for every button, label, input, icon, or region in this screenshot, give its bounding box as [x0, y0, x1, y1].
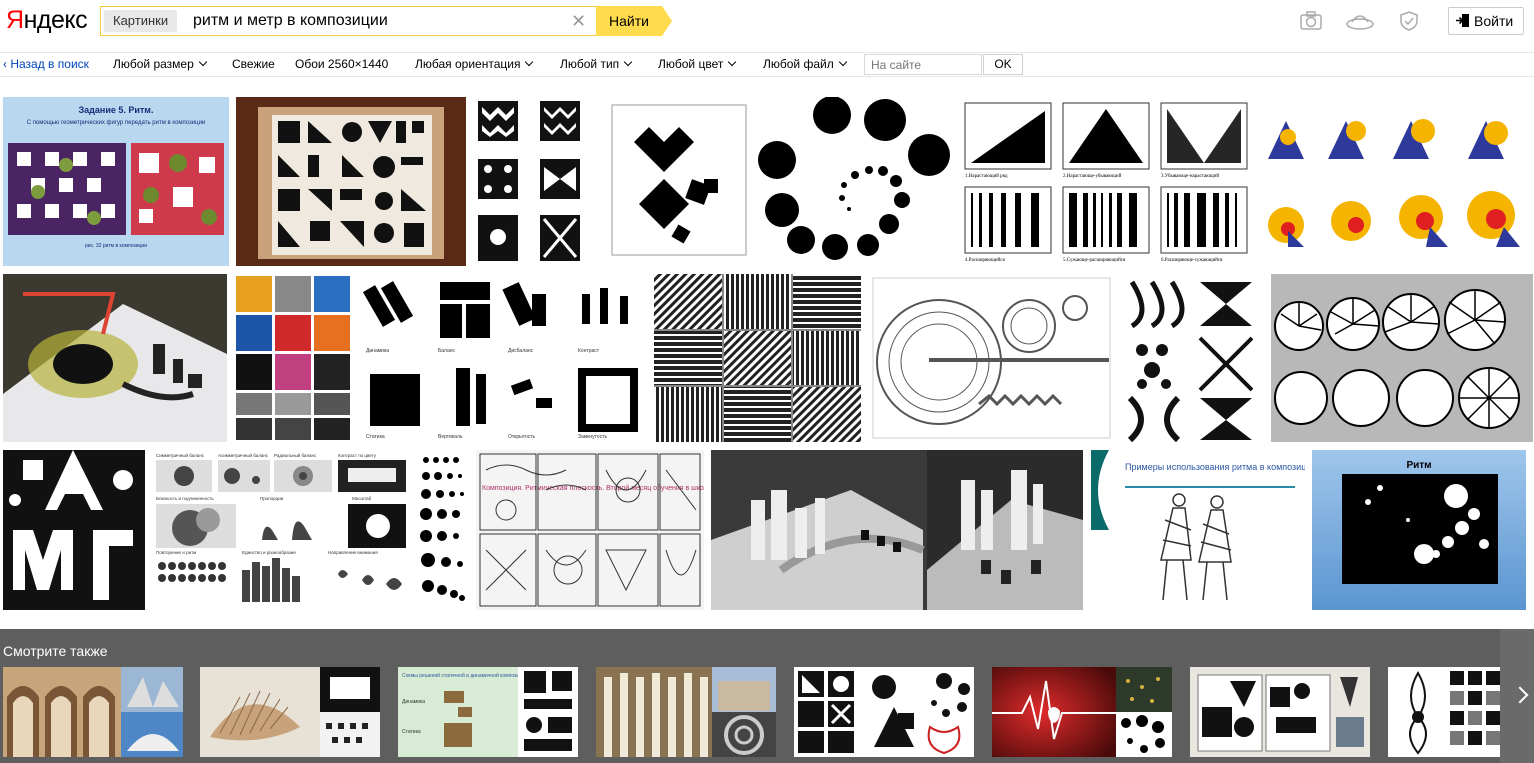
panel-label: 6.Расширяюще-сужающийся [1161, 258, 1223, 263]
see-also-item[interactable] [596, 667, 776, 757]
shield-icon[interactable] [1397, 10, 1421, 32]
image-result[interactable]: Динамика Баланс Дисбаланс Контраст Стати… [360, 274, 647, 442]
image-result[interactable] [234, 274, 353, 442]
see-also-item[interactable] [794, 667, 974, 757]
chevron-down-icon [623, 57, 633, 67]
image-result[interactable] [418, 450, 469, 610]
panel-label: Вертикаль [438, 434, 463, 440]
see-also-item[interactable]: Схемы решений статичной и динамичной ком… [398, 667, 578, 757]
login-button[interactable]: Войти [1448, 7, 1524, 35]
header: Яндекс Картинки ритм и метр в композиции… [0, 0, 1534, 44]
search-box[interactable]: Картинки ритм и метр в композиции ✕ [100, 6, 600, 36]
filter-bar: ‹ Назад в поиск Любой размер Свежие Обои… [0, 52, 1534, 77]
panel-label: 5.Сужающе-расширяющийся [1063, 258, 1126, 263]
login-label: Войти [1474, 13, 1514, 29]
image-result[interactable] [236, 97, 466, 266]
see-also-item[interactable] [1388, 667, 1500, 757]
camera-icon[interactable] [1299, 10, 1323, 32]
see-also-item[interactable] [1190, 667, 1370, 757]
panel-label: Баланс [438, 348, 456, 354]
panel-label: Контраст по цвету [338, 453, 377, 458]
clear-icon[interactable]: ✕ [571, 12, 586, 30]
chevron-down-icon [838, 57, 847, 67]
see-also-item[interactable] [200, 667, 380, 757]
slide-caption: рис. 32 ритм в композиции [85, 243, 147, 249]
panel-label: Единство и разнообразие [242, 550, 296, 555]
panel-label: Статика [366, 434, 385, 440]
image-text: Схемы решений статичной и динамичной ком… [402, 672, 528, 679]
image-text: Примеры использования ритма в композиции… [1125, 462, 1305, 472]
image-result[interactable]: Симметричный баланс Асимметричный баланс… [152, 450, 411, 610]
filter-fresh[interactable]: Свежие [232, 57, 275, 71]
image-result[interactable]: Композиция. Ритмическая плоскость. Второ… [476, 450, 704, 610]
slide-subtitle: С помощью геометрических фигур передать … [27, 120, 206, 126]
service-tag[interactable]: Картинки [104, 10, 178, 32]
back-to-search-link[interactable]: ‹ Назад в поиск [3, 57, 89, 71]
panel-label: Контраст [578, 348, 600, 354]
filter-color[interactable]: Любой цвет [658, 57, 737, 71]
see-also-section: Смотрите также Схемы решений статичной и… [0, 629, 1534, 763]
chevron-down-icon [728, 57, 737, 67]
panel-label: Замкнутость [578, 434, 607, 440]
panel-label: 2.Нарастающе-убывающий [1063, 174, 1122, 179]
yandex-logo[interactable]: Яндекс [6, 6, 88, 35]
see-also-title: Смотрите также [3, 643, 108, 659]
panel-label: Симметричный баланс [156, 452, 205, 458]
filter-wallpaper[interactable]: Обои 2560×1440 [295, 57, 388, 71]
panel-label: 3.Убывающе-нарастающий [1161, 174, 1219, 179]
slide-title: Задание 5. Ритм. [79, 105, 154, 115]
panel-label: Открытость [508, 434, 536, 440]
search-button[interactable]: Найти [596, 6, 672, 36]
panel-label: Близкость и подчиненность [156, 496, 214, 501]
image-result[interactable] [1258, 97, 1526, 266]
login-icon [1456, 14, 1469, 27]
chevron-down-icon [198, 57, 208, 67]
filter-file[interactable]: Любой файл [763, 57, 847, 71]
image-result[interactable] [3, 450, 145, 610]
panel-label: Пропорции [260, 496, 284, 501]
disk-icon[interactable] [1345, 10, 1375, 32]
panel-label: Динамика [366, 348, 389, 354]
image-result[interactable]: Примеры использования ритма в композиции… [1091, 450, 1305, 610]
back-label: Назад в поиск [10, 57, 89, 71]
image-result[interactable]: 1.Нарастающий ряд 2.Нарастающе-убывающий… [961, 97, 1251, 266]
filter-type[interactable]: Любой тип [560, 57, 633, 71]
image-result[interactable] [1271, 274, 1533, 442]
image-result[interactable]: Ритм [1312, 450, 1526, 610]
chevron-down-icon [525, 57, 534, 67]
panel-label: Дисбаланс [508, 348, 534, 354]
panel-label: Направление внимания [328, 550, 378, 555]
see-also-next-button[interactable] [1500, 629, 1534, 763]
image-result[interactable]: Задание 5. Ритм. С помощью геометрически… [3, 97, 229, 266]
site-filter-input[interactable] [864, 54, 982, 75]
site-filter-ok-button[interactable]: OK [983, 54, 1023, 75]
image-text: Динамика [402, 699, 425, 705]
see-also-item[interactable] [992, 667, 1172, 757]
chevron-right-icon [1511, 686, 1529, 704]
panel-label: 1.Нарастающий ряд [965, 174, 1008, 179]
image-result[interactable] [474, 97, 750, 266]
image-result[interactable] [3, 274, 227, 442]
image-result[interactable] [654, 274, 861, 442]
panel-label: Масштаб [352, 496, 372, 501]
panel-label: Радиальный баланс [274, 452, 317, 458]
image-result[interactable] [1122, 274, 1263, 442]
panel-label: Повторение и ритм [156, 550, 196, 555]
see-also-item[interactable] [3, 667, 183, 757]
image-text: Композиция. Ритмическая плоскость. Второ… [482, 484, 704, 492]
image-result[interactable] [757, 97, 954, 266]
filter-orientation[interactable]: Любая ориентация [415, 57, 534, 71]
image-text: Статика [402, 729, 421, 735]
panel-label: 4.Расширяющийся [965, 258, 1005, 263]
panel-label: Асимметричный баланс [218, 452, 269, 458]
filter-size[interactable]: Любой размер [113, 57, 208, 71]
image-result[interactable] [869, 274, 1114, 442]
image-result[interactable] [711, 450, 1083, 610]
search-input[interactable]: ритм и метр в композиции [193, 7, 388, 35]
image-text: Ритм [1406, 460, 1431, 471]
